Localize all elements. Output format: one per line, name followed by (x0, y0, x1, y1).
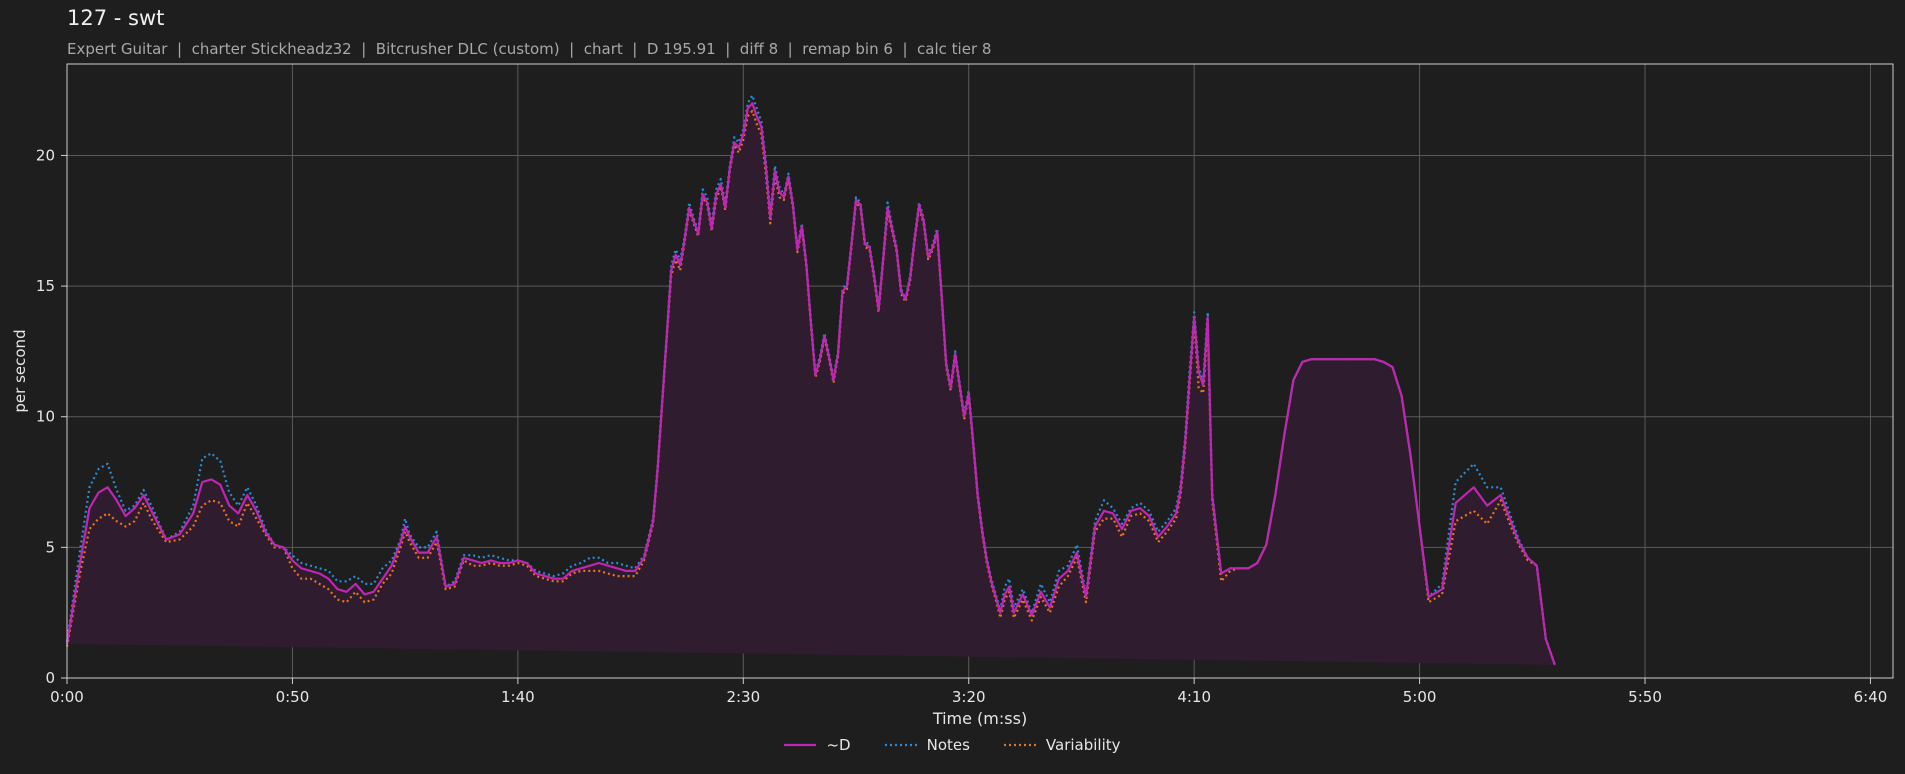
y-tick-label: 5 (45, 538, 55, 556)
x-axis-label: Time (m:ss) (932, 709, 1027, 728)
legend-item-d: ~D (784, 736, 851, 754)
x-tick-label: 0:50 (276, 688, 310, 706)
y-tick-label: 0 (45, 669, 55, 687)
x-tick-label: 1:40 (501, 688, 535, 706)
legend-item-variability: Variability (1003, 736, 1121, 754)
legend-item-notes: Notes (884, 736, 970, 754)
legend-swatch-notes (884, 743, 917, 747)
x-tick-label: 5:00 (1403, 688, 1437, 706)
x-tick-label: 5:50 (1628, 688, 1662, 706)
y-tick-label: 20 (36, 146, 55, 164)
legend-swatch-d (784, 743, 817, 747)
y-axis-label: per second (11, 329, 29, 412)
area-under-d (67, 103, 1555, 665)
legend-label-variability: Variability (1045, 736, 1121, 754)
legend-label-d: ~D (826, 736, 851, 754)
y-tick-label: 10 (36, 408, 55, 426)
x-tick-label: 4:10 (1177, 688, 1211, 706)
x-tick-label: 0:00 (50, 688, 84, 706)
x-tick-label: 2:30 (726, 688, 760, 706)
area-fill (67, 103, 1555, 665)
legend-swatch-variability (1003, 743, 1036, 747)
legend: ~D Notes Variability (0, 736, 1905, 754)
line-chart: 0:00 0:50 1:40 2:30 3:20 4:10 5:00 5:50 6:40 0 5 10… (11, 63, 1894, 728)
x-tick-label: 3:20 (952, 688, 986, 706)
x-tick-label: 6:40 (1854, 688, 1888, 706)
y-tick-label: 15 (36, 277, 55, 295)
legend-label-notes: Notes (926, 736, 970, 754)
